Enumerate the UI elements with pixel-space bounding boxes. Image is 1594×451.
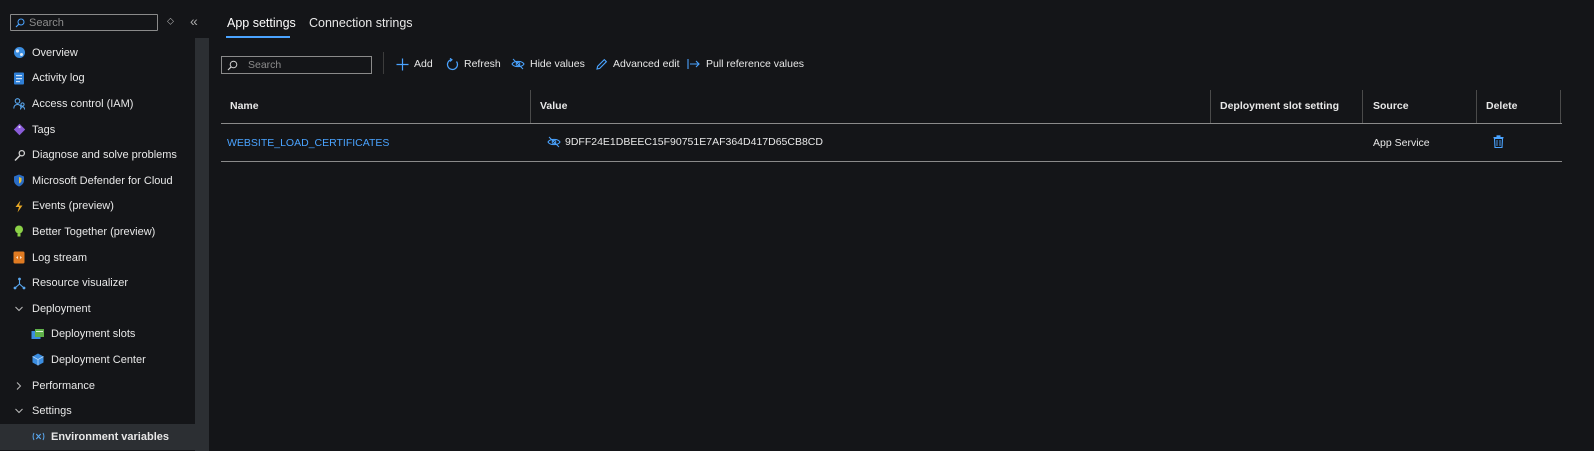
chevron-right-icon — [12, 379, 26, 393]
sidebar-item-label: Overview — [32, 46, 78, 59]
wrench-icon — [12, 148, 26, 162]
setting-value-cell: 9DFF24E1DBEEC15F90751E7AF364D417D65CB8CD — [547, 136, 823, 148]
refresh-button[interactable]: Refresh — [445, 57, 501, 71]
sidebar-item-label: Access control (IAM) — [32, 97, 134, 110]
sidebar-group-settings[interactable]: Settings — [0, 398, 195, 424]
column-header-name[interactable]: Name — [230, 100, 259, 112]
app-settings-grid: Name Value Deployment slot setting Sourc… — [221, 90, 1562, 162]
sidebar: ⬦ « Overview Activity log Access control… — [0, 0, 209, 451]
sidebar-item-events[interactable]: Events (preview) — [0, 194, 195, 220]
sort-icon[interactable]: ⬦ — [167, 16, 174, 27]
sidebar-nav: Overview Activity log Access control (IA… — [0, 40, 195, 450]
setting-value: 9DFF24E1DBEEC15F90751E7AF364D417D65CB8CD — [565, 136, 823, 148]
sidebar-item-label: Deployment Center — [51, 353, 146, 366]
chevron-down-icon — [12, 302, 26, 316]
eye-hide-icon — [511, 57, 525, 71]
chevron-down-icon — [12, 404, 26, 418]
sidebar-scrollbar[interactable] — [195, 38, 209, 451]
add-button[interactable]: Add — [395, 57, 433, 71]
column-divider[interactable] — [1476, 90, 1477, 123]
delete-button[interactable] — [1493, 135, 1504, 151]
sidebar-item-label: Log stream — [32, 251, 88, 264]
sidebar-item-environment-variables[interactable]: Environment variables — [0, 423, 195, 450]
add-label: Add — [414, 58, 433, 70]
sidebar-search-box[interactable] — [10, 14, 158, 31]
sidebar-group-performance[interactable]: Performance — [0, 373, 195, 399]
collapse-sidebar-icon[interactable]: « — [190, 13, 198, 29]
column-header-slot-setting[interactable]: Deployment slot setting — [1220, 100, 1339, 112]
column-divider[interactable] — [1362, 90, 1363, 123]
refresh-label: Refresh — [464, 58, 501, 70]
sidebar-item-label: Settings — [32, 405, 72, 418]
sidebar-item-label: Environment variables — [51, 430, 169, 443]
hide-values-button[interactable]: Hide values — [511, 57, 585, 71]
column-header-value[interactable]: Value — [540, 100, 567, 112]
sidebar-item-label: Resource visualizer — [32, 277, 128, 290]
column-divider[interactable] — [1210, 90, 1211, 123]
main-content: App settings Connection strings Add Refr… — [209, 0, 1594, 451]
activity-log-icon — [12, 71, 26, 85]
sidebar-item-label: Better Together (preview) — [32, 225, 156, 238]
sidebar-item-diagnose[interactable]: Diagnose and solve problems — [0, 142, 195, 168]
plus-icon — [395, 57, 409, 71]
hierarchy-icon — [12, 276, 26, 290]
tag-icon — [12, 123, 26, 137]
sidebar-item-better-together[interactable]: Better Together (preview) — [0, 219, 195, 245]
sidebar-item-tags[interactable]: Tags — [0, 117, 195, 143]
variable-icon — [31, 430, 45, 444]
people-icon — [12, 97, 26, 111]
setting-name-link[interactable]: WEBSITE_LOAD_CERTIFICATES — [227, 137, 389, 149]
sidebar-item-label: Deployment slots — [51, 328, 136, 341]
active-tab-indicator — [226, 36, 290, 38]
table-row: WEBSITE_LOAD_CERTIFICATES 9DFF24E1DBEEC1… — [221, 124, 1562, 162]
sidebar-item-resource-visualizer[interactable]: Resource visualizer — [0, 270, 195, 296]
settings-search-box[interactable] — [221, 56, 372, 74]
advanced-edit-button[interactable]: Advanced edit — [594, 57, 680, 71]
advanced-edit-label: Advanced edit — [613, 58, 680, 70]
arrow-pull-icon — [687, 57, 701, 71]
sidebar-item-label: Diagnose and solve problems — [32, 149, 177, 162]
sidebar-item-label: Deployment — [32, 302, 91, 315]
shield-icon — [12, 174, 26, 188]
sidebar-item-deployment-slots[interactable]: Deployment slots — [0, 322, 195, 348]
setting-source: App Service — [1373, 137, 1430, 149]
log-stream-icon — [12, 251, 26, 265]
trash-icon — [1493, 135, 1504, 149]
cube-icon — [31, 353, 45, 367]
tab-app-settings[interactable]: App settings — [227, 16, 296, 30]
settings-search-input[interactable] — [248, 59, 358, 71]
search-icon — [227, 60, 238, 70]
sidebar-item-overview[interactable]: Overview — [0, 40, 195, 66]
column-divider[interactable] — [530, 90, 531, 123]
eye-hidden-icon[interactable] — [547, 136, 561, 148]
pencil-icon — [594, 57, 608, 71]
column-header-delete[interactable]: Delete — [1486, 100, 1518, 112]
sidebar-item-label: Tags — [32, 123, 56, 136]
lightbulb-icon — [12, 225, 26, 239]
column-divider[interactable] — [1560, 90, 1561, 123]
pull-reference-values-label: Pull reference values — [706, 58, 805, 70]
tab-connection-strings[interactable]: Connection strings — [309, 16, 413, 30]
sidebar-item-label: Microsoft Defender for Cloud — [32, 174, 173, 187]
sidebar-item-defender[interactable]: Microsoft Defender for Cloud — [0, 168, 195, 194]
sidebar-group-deployment[interactable]: Deployment — [0, 296, 195, 322]
search-icon — [15, 18, 25, 27]
lightning-icon — [12, 199, 26, 213]
sidebar-item-deployment-center[interactable]: Deployment Center — [0, 347, 195, 373]
pull-reference-values-button[interactable]: Pull reference values — [687, 57, 804, 71]
sidebar-item-activity-log[interactable]: Activity log — [0, 66, 195, 92]
slots-icon — [31, 327, 45, 341]
hide-values-label: Hide values — [530, 58, 585, 70]
sidebar-item-label: Activity log — [32, 72, 85, 85]
sidebar-item-label: Performance — [32, 379, 95, 392]
sidebar-item-label: Events (preview) — [32, 200, 114, 213]
column-header-source[interactable]: Source — [1373, 100, 1409, 112]
grid-header-row: Name Value Deployment slot setting Sourc… — [221, 90, 1562, 124]
sidebar-item-log-stream[interactable]: Log stream — [0, 245, 195, 271]
refresh-icon — [445, 57, 459, 71]
sidebar-search-input[interactable] — [29, 16, 149, 29]
sidebar-item-access-control[interactable]: Access control (IAM) — [0, 91, 195, 117]
toolbar-divider — [383, 52, 384, 74]
globe-icon — [12, 46, 26, 60]
